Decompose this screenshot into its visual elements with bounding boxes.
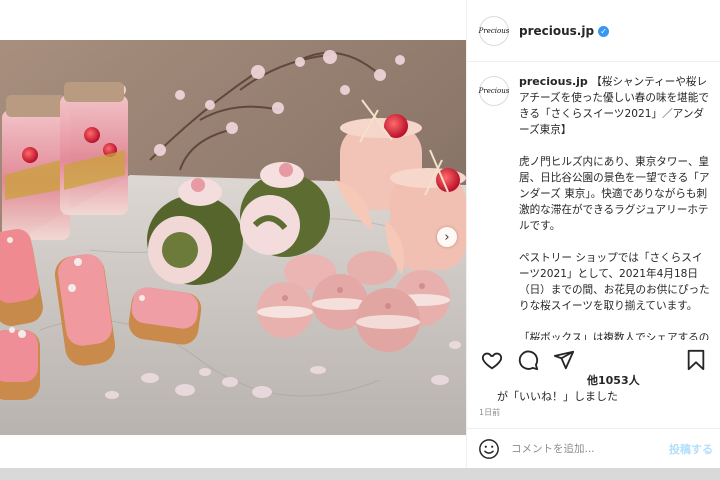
caption-paragraph-4: 「桜ボックス」は複数人でシェアするのにぴったりな8種のスモールサイズの桜スイーツ…	[519, 332, 710, 340]
caption-row: Precious precious.jp 【桜シャンティーや桜レアチーズを使った…	[479, 74, 711, 340]
like-button[interactable]	[479, 347, 505, 373]
chevron-right-icon: ›	[444, 229, 450, 245]
account-avatar[interactable]: Precious	[479, 15, 509, 46]
smiley-icon	[479, 438, 499, 459]
post-photo[interactable]: ›	[0, 0, 466, 468]
comment-bar: 投稿する	[467, 428, 720, 468]
caption-username[interactable]: precious.jp	[519, 75, 588, 88]
next-photo-button[interactable]: ›	[437, 227, 457, 247]
verified-badge-icon: ✓	[598, 25, 610, 37]
account-username[interactable]: precious.jp ✓	[519, 24, 610, 38]
likes-count[interactable]: 他1053人	[587, 372, 640, 388]
caption-area: Precious precious.jp 【桜シャンティーや桜レアチーズを使った…	[467, 62, 720, 340]
comment-icon	[518, 350, 539, 371]
comment-input[interactable]	[511, 442, 661, 455]
post-header: Precious precious.jp ✓	[467, 0, 720, 62]
comment-button[interactable]	[515, 347, 541, 373]
emoji-button[interactable]	[477, 437, 501, 461]
post-side-panel: Precious precious.jp ✓ Precious precious.…	[466, 0, 720, 468]
save-button[interactable]	[683, 347, 709, 373]
sakura-sweets-photo	[0, 40, 466, 435]
likes-text: が「いいね！」しました	[497, 390, 618, 403]
caption-paragraph-2: 虎ノ門ヒルズ内にあり、東京タワー、皇居、日比谷公園の景色を一望できる「アンダーズ…	[519, 156, 710, 232]
post-timestamp[interactable]: 1日前	[479, 407, 500, 418]
bookmark-icon	[687, 349, 705, 371]
caption-text: precious.jp 【桜シャンティーや桜レアチーズを使った優しい春の味を堪能…	[519, 74, 711, 340]
caption-paragraph-3: ペストリー ショップでは「さくらスイーツ2021」として、2021年4月18日（…	[519, 252, 710, 312]
heart-icon	[481, 352, 503, 370]
share-button[interactable]	[551, 347, 577, 373]
caption-avatar[interactable]: Precious	[479, 76, 509, 106]
paper-plane-icon	[553, 350, 575, 370]
instagram-post: › Precious precious.jp ✓ Precious preciou…	[0, 0, 720, 468]
post-comment-button[interactable]: 投稿する	[669, 441, 713, 457]
